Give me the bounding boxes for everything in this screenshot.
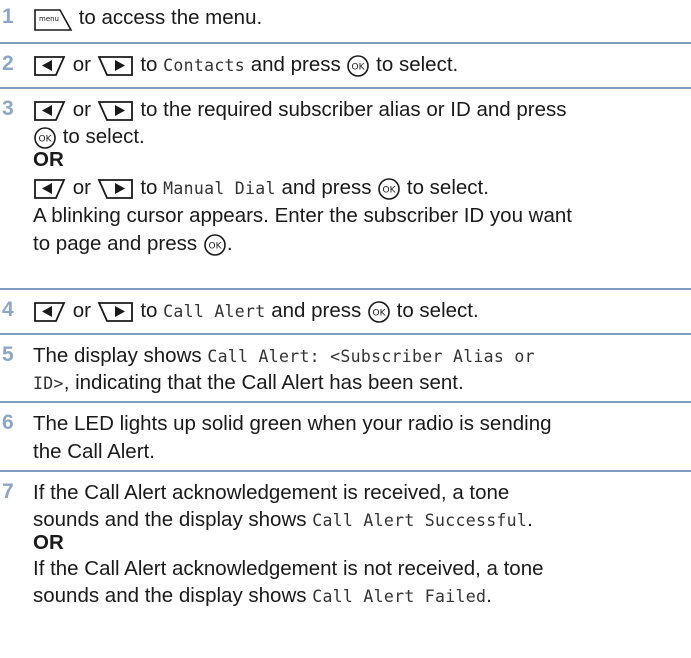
right-arrow-key-icon (97, 54, 135, 78)
step-text: to select. (396, 299, 479, 322)
step-2: 2 or to Contacts and press OK to select. (0, 44, 691, 84)
step-text: If the Call Alert acknowledgement is not… (33, 557, 544, 580)
step-5: 5 The display shows Call Alert: <Subscri… (0, 335, 691, 399)
step-4: 4 or to Call Alert and press OK to selec… (0, 290, 691, 330)
step-text: The LED lights up solid green when your … (33, 412, 552, 435)
right-arrow-key-icon (97, 177, 135, 201)
step-text: , indicating that the Call Alert has bee… (63, 371, 464, 394)
step-number: 2 (2, 52, 14, 75)
svg-text:menu: menu (39, 15, 59, 23)
svg-text:OK: OK (39, 134, 53, 144)
step-number: 1 (2, 5, 14, 28)
and-press-text: and press (271, 299, 362, 322)
step-text: to select. (406, 176, 489, 199)
step-text: to select. (376, 53, 459, 76)
step-number: 7 (2, 480, 14, 503)
step-text: A blinking cursor appears. Enter the sub… (33, 204, 572, 227)
display-text: Contacts (163, 56, 246, 75)
step-text: to page and press (33, 232, 198, 255)
left-arrow-key-icon (33, 177, 67, 201)
ok-button-icon: OK (367, 300, 391, 324)
display-text: Call Alert Failed (312, 587, 487, 606)
step-text: to access the menu. (78, 6, 263, 29)
svg-text:OK: OK (383, 185, 397, 195)
step-7: 7 If the Call Alert acknowledgement is r… (0, 472, 691, 658)
or-label: OR (33, 531, 64, 554)
to-text: to (140, 53, 158, 76)
or-text: or (72, 176, 91, 199)
step-6: 6 The LED lights up solid green when you… (0, 403, 691, 467)
to-text: to (140, 176, 158, 199)
ok-button-icon: OK (346, 54, 370, 78)
step-text: to select. (62, 125, 145, 148)
step-number: 4 (2, 298, 14, 321)
svg-text:OK: OK (352, 62, 366, 72)
step-text: . (527, 508, 533, 531)
step-number: 5 (2, 343, 14, 366)
or-text: or (72, 53, 91, 76)
svg-text:OK: OK (372, 308, 386, 318)
left-arrow-key-icon (33, 99, 67, 123)
left-arrow-key-icon (33, 54, 67, 78)
step-text: sounds and the display shows (33, 584, 307, 607)
or-label: OR (33, 148, 64, 171)
step-text: The display shows (33, 344, 202, 367)
step-text: sounds and the display shows (33, 508, 307, 531)
step-text: to the required subscriber alias or ID a… (140, 98, 567, 121)
step-3: 3 or to the required subscriber alias or (0, 89, 691, 285)
step-text: the Call Alert. (33, 440, 155, 463)
right-arrow-key-icon (97, 300, 135, 324)
step-text: . (486, 584, 492, 607)
menu-key-icon: menu (33, 6, 73, 32)
or-text: or (72, 299, 91, 322)
display-text: Call Alert Successful (312, 511, 528, 530)
step-text: . (226, 232, 233, 255)
or-text: or (72, 98, 91, 121)
and-press-text: and press (250, 53, 341, 76)
step-1: 1 menu to access the menu. (0, 0, 691, 40)
to-text: to (140, 299, 158, 322)
display-text: Call Alert: <Subscriber Alias or (207, 347, 535, 366)
display-text: Call Alert (163, 302, 266, 321)
and-press-text: and press (281, 176, 372, 199)
right-arrow-key-icon (97, 99, 135, 123)
ok-button-icon: OK (33, 126, 57, 150)
ok-button-icon: OK (377, 177, 401, 201)
step-number: 3 (2, 97, 14, 120)
step-text: If the Call Alert acknowledgement is rec… (33, 481, 510, 504)
step-number: 6 (2, 411, 14, 434)
left-arrow-key-icon (33, 300, 67, 324)
display-text: ID> (33, 374, 64, 393)
svg-text:OK: OK (208, 241, 222, 251)
display-text: Manual Dial (163, 179, 276, 198)
ok-button-icon: OK (203, 233, 227, 257)
